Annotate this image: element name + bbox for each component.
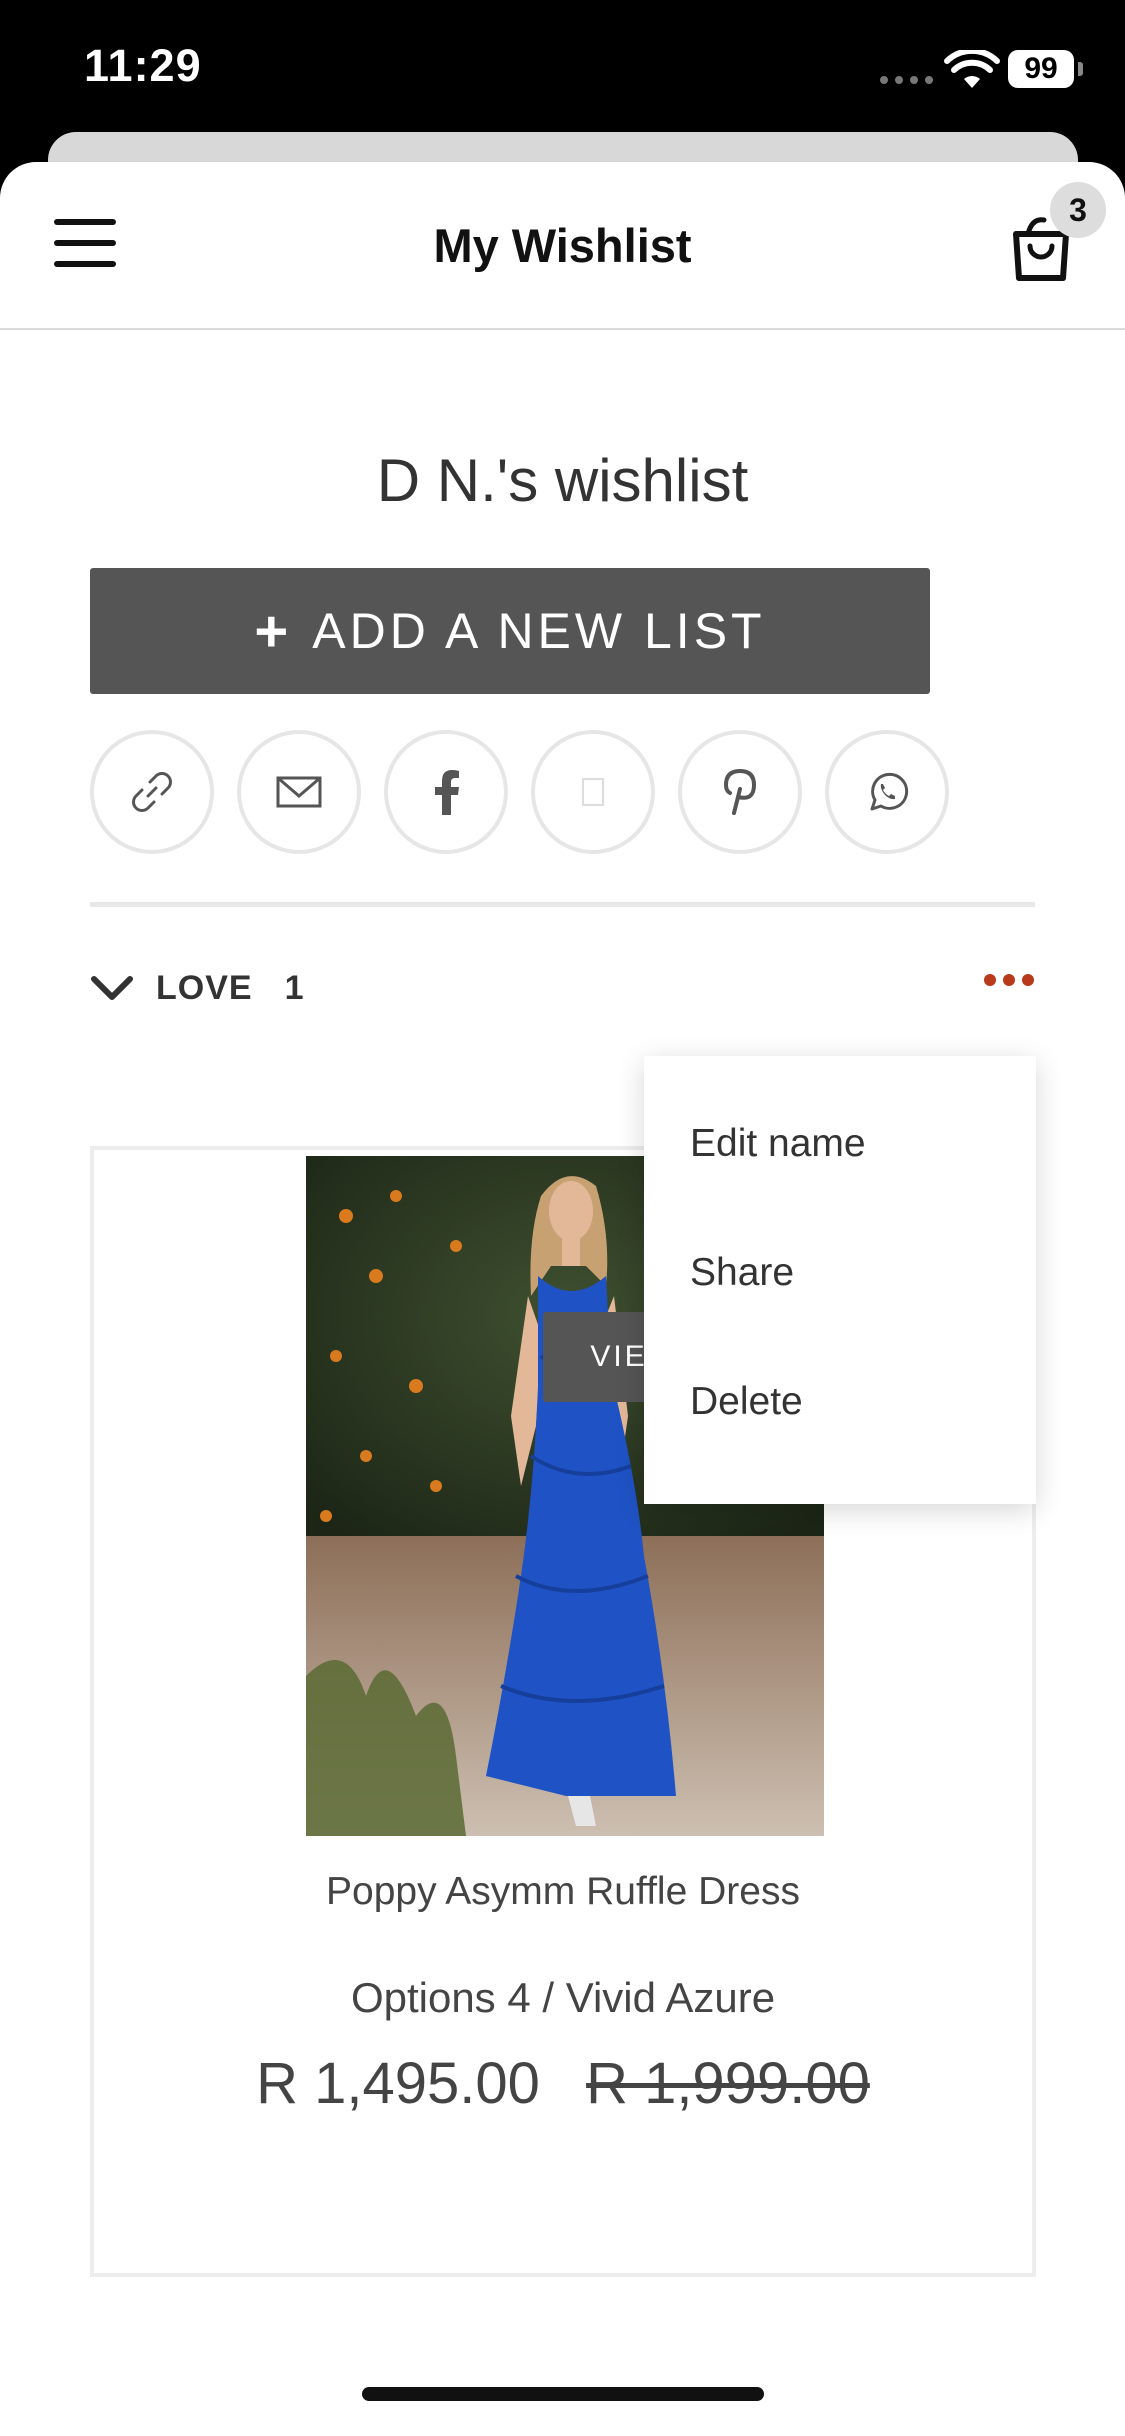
menu-item-delete[interactable]: Delete bbox=[690, 1380, 803, 1424]
list-toggle[interactable]: LOVE 1 bbox=[90, 958, 304, 1018]
battery-tip bbox=[1078, 62, 1083, 76]
facebook-icon bbox=[435, 770, 459, 815]
wishlist-sheet: My Wishlist 3 D N.'s wishlist + ADD A NE… bbox=[0, 162, 1125, 2436]
more-options-icon[interactable] bbox=[984, 974, 1036, 994]
original-price: R 1,999.00 bbox=[586, 2051, 870, 2116]
add-new-list-button[interactable]: + ADD A NEW LIST bbox=[90, 568, 930, 694]
list-item-count: 1 bbox=[284, 968, 304, 1007]
wishlist-title: D N.'s wishlist bbox=[376, 447, 749, 514]
share-pinterest-button[interactable] bbox=[678, 730, 802, 854]
share-facebook-button[interactable] bbox=[384, 730, 508, 854]
header: My Wishlist 3 bbox=[0, 162, 1125, 330]
product-options: Options 4 / Vivid Azure bbox=[350, 1974, 776, 2021]
add-new-list-label: ADD A NEW LIST bbox=[312, 603, 766, 659]
menu-item-edit-name[interactable]: Edit name bbox=[690, 1122, 866, 1166]
share-buttons bbox=[90, 730, 990, 856]
pinterest-icon bbox=[723, 768, 757, 815]
home-indicator[interactable] bbox=[362, 2387, 764, 2401]
chevron-down-icon bbox=[91, 976, 133, 1000]
list-name: LOVE bbox=[156, 968, 253, 1007]
cart-count-badge: 3 bbox=[1050, 182, 1106, 238]
context-menu: Edit name Share Delete bbox=[644, 1056, 1036, 1504]
wifi-icon bbox=[944, 50, 1000, 88]
status-time: 11:29 bbox=[84, 40, 202, 91]
page-title: My Wishlist bbox=[433, 219, 692, 272]
cellular-signal-icon bbox=[880, 76, 933, 84]
menu-item-share[interactable]: Share bbox=[690, 1251, 794, 1295]
share-twitter-button[interactable] bbox=[531, 730, 655, 854]
sale-price: R 1,495.00 bbox=[256, 2051, 540, 2116]
status-bar: 11:29 99 bbox=[0, 0, 1125, 140]
twitter-icon bbox=[582, 778, 604, 806]
link-icon bbox=[132, 772, 172, 812]
share-email-button[interactable] bbox=[237, 730, 361, 854]
product-name[interactable]: Poppy Asymm Ruffle Dress bbox=[94, 1870, 1032, 1914]
divider bbox=[90, 902, 1035, 907]
email-icon bbox=[276, 776, 322, 808]
copy-link-button[interactable] bbox=[90, 730, 214, 854]
plus-icon: + bbox=[254, 598, 293, 664]
share-whatsapp-button[interactable] bbox=[825, 730, 949, 854]
price-row: R 1,495.00 R 1,999.00 bbox=[94, 2050, 1032, 2117]
battery-indicator: 99 bbox=[1008, 50, 1074, 88]
whatsapp-icon bbox=[870, 772, 909, 811]
